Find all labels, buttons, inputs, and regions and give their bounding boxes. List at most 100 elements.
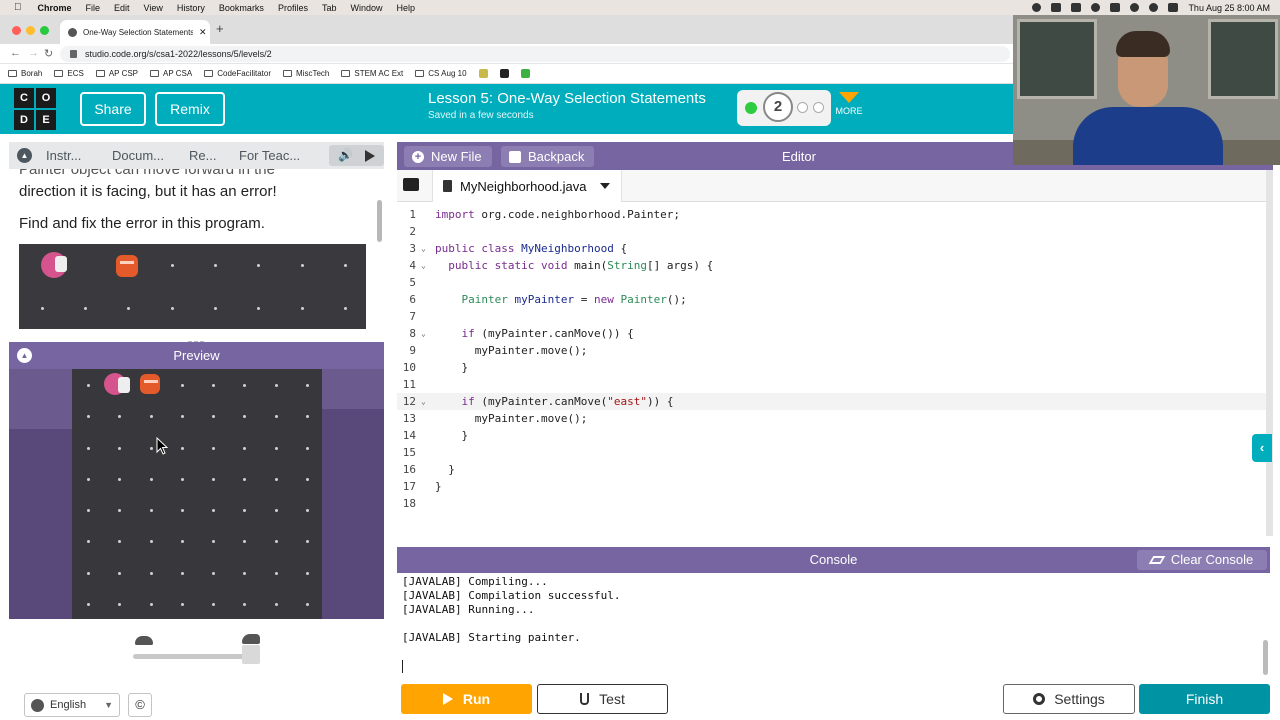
grid-dot <box>171 264 174 267</box>
console-input-caret[interactable] <box>402 660 403 673</box>
language-value: English <box>50 699 87 711</box>
dropbox-icon[interactable] <box>1051 3 1062 12</box>
control-center-icon[interactable] <box>1168 3 1179 12</box>
bookmark-codefacilitator[interactable]: CodeFacilitator <box>204 69 271 78</box>
tab-for-teachers[interactable]: For Teac... <box>239 148 300 163</box>
editor-scrollbar[interactable] <box>1266 170 1273 536</box>
tab-close-icon[interactable]: ✕ <box>199 27 207 38</box>
settings-button[interactable]: Settings <box>1003 684 1135 714</box>
menu-profiles[interactable]: Profiles <box>278 3 308 13</box>
new-file-button[interactable]: + New File <box>404 146 492 167</box>
panel-resize-handle[interactable] <box>188 332 206 345</box>
play-circle-icon[interactable] <box>1091 3 1101 12</box>
menu-file[interactable]: File <box>86 3 101 13</box>
preview-stage[interactable] <box>9 369 384 619</box>
test-button[interactable]: Test <box>537 684 668 714</box>
menu-app-name[interactable]: Chrome <box>38 3 72 13</box>
bookmark-ap-csa[interactable]: AP CSA <box>150 69 192 78</box>
new-tab-icon[interactable]: + <box>216 21 224 36</box>
grid-dot <box>305 415 309 419</box>
code-editor[interactable]: 1 import org.code.neighborhood.Painter; 2… <box>397 206 1267 528</box>
console-scrollbar[interactable] <box>1263 640 1268 675</box>
bookmark-ecs[interactable]: ECS <box>54 69 84 78</box>
backpack-label: Backpack <box>528 149 585 164</box>
console-line: [JAVALAB] Compilation successful. <box>402 589 621 602</box>
menu-history[interactable]: History <box>177 3 205 13</box>
menu-edit[interactable]: Edit <box>114 3 130 13</box>
menu-window[interactable]: Window <box>350 3 382 13</box>
menubar-clock[interactable]: Thu Aug 25 8:00 AM <box>1188 3 1270 13</box>
speed-slider-thumb[interactable] <box>242 645 260 664</box>
current-level-bubble[interactable]: 2 <box>763 92 793 122</box>
folder-icon[interactable] <box>1071 3 1082 12</box>
chevron-down-icon[interactable] <box>600 183 611 189</box>
city-background <box>322 409 384 619</box>
menu-tab[interactable]: Tab <box>322 3 337 13</box>
bookmark-misctech[interactable]: MiscTech <box>283 69 329 78</box>
level-3-bubble[interactable] <box>797 102 808 113</box>
menu-view[interactable]: View <box>144 3 163 13</box>
fold-chevron-icon[interactable]: ⌄ <box>421 257 426 274</box>
file-tab[interactable]: MyNeighborhood.java <box>432 170 622 202</box>
window-zoom-icon[interactable] <box>40 26 49 35</box>
chevron-left-icon[interactable]: ‹ <box>1252 434 1272 462</box>
tab-instructions[interactable]: Instr... <box>46 148 81 163</box>
menu-bookmarks[interactable]: Bookmarks <box>219 3 264 13</box>
apple-icon[interactable]:  <box>14 2 22 13</box>
bookmark-qr-icon[interactable] <box>499 69 509 78</box>
battery-icon[interactable] <box>1110 3 1121 12</box>
url-field[interactable]: studio.code.org/s/csa1-2022/lessons/5/le… <box>60 46 1010 62</box>
chevron-down-icon: ▼ <box>104 700 113 710</box>
console-resize-handle[interactable] <box>824 538 842 551</box>
folder-icon[interactable] <box>403 178 419 191</box>
console-output[interactable]: [JAVALAB] Compiling... [JAVALAB] Compila… <box>397 573 1270 677</box>
bookmark-cs-aug-10[interactable]: CS Aug 10 <box>415 69 467 78</box>
clear-console-button[interactable]: Clear Console <box>1137 550 1267 570</box>
instructions-scrollbar[interactable] <box>377 200 382 242</box>
language-select[interactable]: English ▼ <box>24 693 120 717</box>
window-minimize-icon[interactable] <box>26 26 35 35</box>
forward-arrow-icon[interactable]: → <box>28 47 39 59</box>
copyright-button[interactable]: © <box>128 693 152 717</box>
remix-button[interactable]: Remix <box>155 92 225 126</box>
run-button[interactable]: Run <box>401 684 532 714</box>
bookmark-green-c-icon[interactable] <box>520 69 530 78</box>
codeorg-logo[interactable]: C O D E <box>14 88 56 130</box>
tab-resources[interactable]: Re... <box>189 148 216 163</box>
record-icon[interactable] <box>1032 3 1042 12</box>
search-icon[interactable] <box>1149 3 1159 12</box>
fold-chevron-icon[interactable]: ⌄ <box>421 325 426 342</box>
window-close-icon[interactable] <box>12 26 21 35</box>
action-bar: Run Test Settings Finish <box>397 680 1273 720</box>
bookmark-ap-csp[interactable]: AP CSP <box>95 69 138 78</box>
grid-dot <box>118 509 122 512</box>
menu-help[interactable]: Help <box>396 3 415 13</box>
more-button[interactable]: MORE <box>834 90 864 116</box>
play-icon[interactable] <box>365 150 375 162</box>
back-arrow-icon[interactable]: ← <box>10 47 21 59</box>
bookmark-borah[interactable]: Borah <box>8 69 42 78</box>
reload-icon[interactable]: ↻ <box>44 47 53 60</box>
browser-tab[interactable]: One-Way Selection Statements ✕ <box>60 20 210 44</box>
backpack-button[interactable]: Backpack <box>501 146 595 167</box>
grid-dot <box>212 509 215 512</box>
fold-chevron-icon[interactable]: ⌄ <box>421 240 426 257</box>
tab-documentation[interactable]: Docum... <box>112 148 164 163</box>
collapse-up-icon[interactable]: ▲ <box>17 348 32 363</box>
level-4-bubble[interactable] <box>813 102 824 113</box>
fold-chevron-icon[interactable]: ⌄ <box>421 393 426 410</box>
speaker-icon[interactable]: 🔊 <box>338 148 353 162</box>
console-line: [JAVALAB] Starting painter. <box>402 631 581 644</box>
bookmark-photo-icon[interactable] <box>478 69 488 78</box>
preview-title: Preview <box>173 348 220 363</box>
share-button[interactable]: Share <box>80 92 146 126</box>
wifi-icon[interactable] <box>1130 3 1140 12</box>
lesson-title[interactable]: Lesson 5: One-Way Selection Statements <box>428 90 706 107</box>
level-1-bubble[interactable] <box>745 102 757 114</box>
collapse-up-icon[interactable]: ▲ <box>17 148 32 163</box>
finish-button[interactable]: Finish <box>1139 684 1270 714</box>
bookmark-stem-ac-ext[interactable]: STEM AC Ext <box>341 69 403 78</box>
console-line: [JAVALAB] Running... <box>402 603 535 616</box>
speed-slider-track[interactable] <box>133 654 257 659</box>
save-status: Saved in a few seconds <box>428 110 534 121</box>
